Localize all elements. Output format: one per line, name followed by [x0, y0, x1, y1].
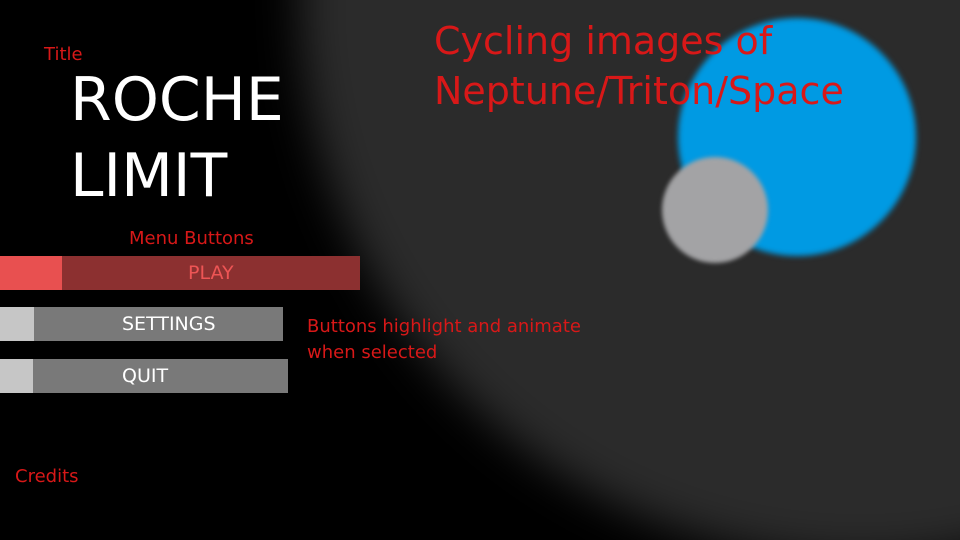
game-title: ROCHE LIMIT — [70, 62, 284, 214]
background-annotation-line-2: Neptune/Triton/Space — [434, 69, 844, 113]
play-button-label: PLAY — [188, 262, 234, 284]
button-highlight-annotation-line-2: when selected — [307, 342, 438, 363]
settings-button[interactable]: SETTINGS — [0, 307, 283, 341]
settings-button-accent — [0, 307, 34, 341]
play-button-accent — [0, 256, 62, 290]
menu-buttons-annotation: Menu Buttons — [129, 228, 254, 249]
game-title-line-1: ROCHE — [70, 65, 284, 135]
quit-button[interactable]: QUIT — [0, 359, 288, 393]
play-button[interactable]: PLAY — [0, 256, 360, 290]
play-button-body: PLAY — [62, 256, 360, 290]
button-highlight-annotation-line-1: Buttons highlight and animate — [307, 316, 581, 337]
title-screen: Title ROCHE LIMIT Cycling images of Nept… — [0, 0, 960, 540]
settings-button-body: SETTINGS — [34, 307, 283, 341]
credits-annotation: Credits — [15, 466, 79, 487]
game-title-line-2: LIMIT — [70, 141, 228, 211]
quit-button-body: QUIT — [33, 359, 288, 393]
background-annotation-line-1: Cycling images of — [434, 19, 773, 63]
background-annotation: Cycling images of Neptune/Triton/Space — [434, 16, 844, 116]
triton-moon — [662, 157, 768, 263]
button-highlight-annotation: Buttons highlight and animate when selec… — [307, 314, 581, 366]
quit-button-label: QUIT — [122, 365, 169, 387]
quit-button-accent — [0, 359, 33, 393]
settings-button-label: SETTINGS — [122, 313, 216, 335]
